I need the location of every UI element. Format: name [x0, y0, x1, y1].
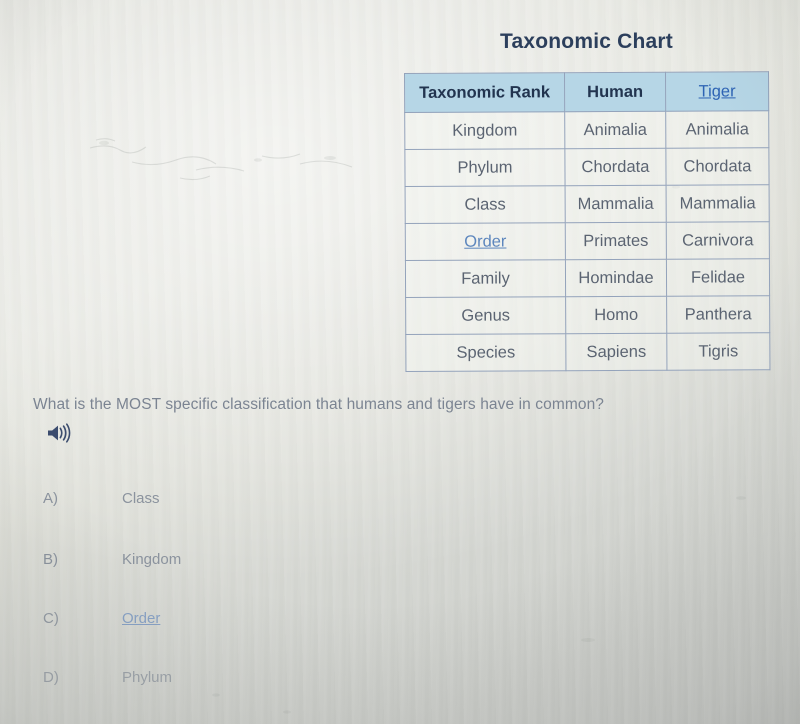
cell-rank: Family	[405, 259, 566, 298]
cell-tiger: Felidae	[666, 258, 770, 297]
choice-letter: C)	[43, 610, 59, 627]
column-header-tiger[interactable]: Tiger	[665, 71, 769, 112]
cell-rank: Species	[405, 333, 566, 372]
cell-tiger: Carnivora	[666, 221, 770, 260]
question-text: What is the MOST specific classification…	[33, 396, 605, 413]
choice-label: Class	[122, 490, 160, 507]
column-header-taxonomic-rank: Taxonomic Rank	[404, 72, 565, 113]
answer-choice-b[interactable]: B) Kingdom	[40, 551, 440, 577]
choice-letter: A)	[43, 490, 58, 507]
cell-tiger: Chordata	[665, 147, 770, 186]
cell-human: Primates	[565, 222, 667, 260]
cell-human: Animalia	[564, 111, 666, 149]
cell-tiger: Animalia	[665, 110, 769, 149]
table-header-row: Taxonomic Rank Human Tiger	[404, 71, 769, 113]
speaker-icon	[48, 423, 71, 443]
cell-tiger: Panthera	[666, 295, 770, 334]
table-row: Genus Homo Panthera	[405, 295, 770, 335]
choice-letter: B)	[43, 551, 58, 568]
read-aloud-button[interactable]	[45, 420, 79, 446]
cell-human: Homindae	[565, 259, 667, 297]
table-row: Family Homindae Felidae	[405, 258, 770, 298]
choice-label: Phylum	[122, 669, 173, 686]
answer-choice-a[interactable]: A) Class	[40, 490, 440, 516]
cell-tiger: Mammalia	[666, 184, 770, 223]
photographed-screen: Taxonomic Chart Taxonomic Rank Human Tig…	[0, 0, 800, 724]
cell-human: Chordata	[564, 148, 667, 186]
cell-rank: Phylum	[404, 148, 566, 187]
cell-human: Homo	[565, 296, 667, 334]
table-row: Order Primates Carnivora	[405, 221, 770, 261]
choice-label: Kingdom	[122, 551, 182, 568]
page-title: Taxonomic Chart	[500, 30, 673, 53]
table-row: Phylum Chordata Chordata	[404, 147, 770, 187]
table-row: Class Mammalia Mammalia	[405, 184, 770, 224]
choice-letter: D)	[43, 669, 59, 686]
choice-label: Order	[122, 610, 161, 627]
cell-rank: Genus	[405, 296, 566, 335]
cell-rank: Class	[405, 185, 566, 224]
cell-human: Sapiens	[565, 333, 667, 371]
cell-rank: Kingdom	[404, 111, 565, 150]
answer-choice-c[interactable]: C) Order	[40, 610, 440, 636]
table-row: Kingdom Animalia Animalia	[404, 110, 769, 150]
column-header-human: Human	[564, 72, 666, 112]
table-row: Species Sapiens Tigris	[405, 332, 770, 372]
taxonomy-table: Taxonomic Rank Human Tiger Kingdom Anima…	[404, 71, 770, 372]
cell-human: Mammalia	[565, 185, 667, 223]
cell-rank-order[interactable]: Order	[405, 222, 566, 261]
cell-tiger: Tigris	[666, 332, 770, 371]
answer-choice-d[interactable]: D) Phylum	[40, 669, 440, 695]
